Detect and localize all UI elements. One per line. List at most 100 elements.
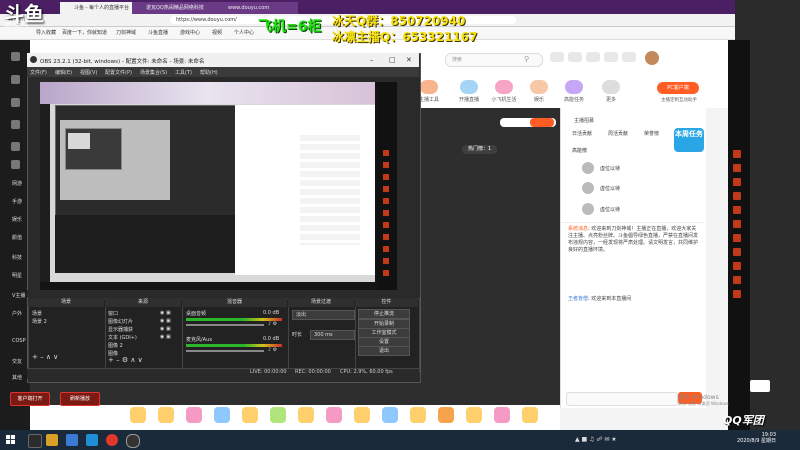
refresh-play-button[interactable]: 刷新播放 [60,392,100,406]
entertainment-icon[interactable] [530,80,548,94]
menu-scene-collection[interactable]: 场景集合(S) [140,69,167,76]
sidebar-trophy-icon[interactable] [11,160,20,169]
bookmark-item[interactable]: 个人中心 [234,29,254,37]
rail-icon[interactable] [733,178,741,186]
rail-icon[interactable] [733,164,741,172]
add-scene-icon[interactable]: + – ∧ ∨ [32,353,58,361]
bookmark-item[interactable]: 斗鱼直播 [148,29,168,37]
gift-icon[interactable] [326,407,342,423]
task-badge[interactable]: 本周任务 [674,128,704,152]
system-clock[interactable]: 19:03 2020/8/9 星期日 [737,432,776,444]
gift-icon[interactable] [270,407,286,423]
gift-icon[interactable] [186,407,202,423]
file-explorer-icon[interactable] [46,434,58,446]
scene-item[interactable]: 场景 2 [32,318,47,325]
close-icon[interactable]: ✕ [406,56,412,64]
minimize-icon[interactable]: – [370,56,374,64]
more-icon[interactable] [602,80,620,94]
obs-app-icon[interactable] [126,434,140,448]
add-source-icon[interactable]: + – ⚙ ∧ ∨ [108,356,143,364]
speaker-icon[interactable]: ♪ ⚙ [268,347,277,353]
source-item[interactable]: 图像 2 [108,342,123,349]
plane-icon[interactable] [495,80,513,94]
chat-header[interactable]: 主播招募 [574,117,594,124]
sidebar-item-label[interactable]: 娱乐 [12,216,22,223]
sidebar-item-label[interactable]: 网游 [12,180,22,187]
follow-icon[interactable] [568,52,582,62]
search-icon[interactable]: ⚲ [524,55,529,63]
gift-icon[interactable] [522,407,538,423]
source-item[interactable]: 窗口 [108,310,118,317]
live-icon[interactable] [622,52,636,62]
sidebar-item-label[interactable]: 手游 [12,198,22,205]
gift-icon[interactable] [466,407,482,423]
message-icon[interactable] [586,52,600,62]
sidebar-home-icon[interactable] [11,52,20,61]
sidebar-item-label[interactable]: 户外 [12,310,22,317]
sidebar-item-label[interactable]: 颜值 [12,234,22,241]
bookmark-item[interactable]: 游戏中心 [180,29,200,37]
scene-item[interactable]: 场景 [32,310,42,317]
browser-tab[interactable]: 诺瓦QQ热闹精品网络科技 [132,2,226,14]
rail-icon[interactable] [733,220,741,228]
tab-honor[interactable]: 荣誉榜 [644,130,659,137]
open-client-button[interactable]: 客户端打开 [10,392,50,406]
tab-daily[interactable]: 日活贡献 [572,130,592,137]
avatar[interactable] [645,51,659,65]
rail-icon[interactable] [733,192,741,200]
rail-icon[interactable] [733,276,741,284]
rail-icon[interactable] [733,150,741,158]
sidebar-follow-icon[interactable] [11,75,20,84]
menu-view[interactable]: 视图(V) [80,69,97,76]
transition-select[interactable]: 淡出 [292,310,355,320]
history-icon[interactable] [550,52,564,62]
gift-icon[interactable] [158,407,174,423]
volume-slider[interactable] [186,324,264,326]
eye-icon[interactable]: ◉ ▣ [160,326,171,332]
exit-button[interactable]: 退出 [358,346,410,356]
gift-icon[interactable] [382,407,398,423]
speaker-icon[interactable]: ♪ ⚙ [268,321,277,327]
gift-icon[interactable] [354,407,370,423]
rail-icon[interactable] [733,262,741,270]
eye-icon[interactable]: ◉ ▣ [160,334,171,340]
eye-icon[interactable]: ◉ ▣ [160,310,171,316]
browser-tab[interactable]: www.douyu.com [214,2,298,14]
sidebar-item-label[interactable]: V主播 [12,292,25,299]
download-icon[interactable] [604,52,618,62]
source-item[interactable]: 图像幻灯片 [108,318,133,325]
bookmark-item[interactable]: 视频 [212,29,222,37]
taskview-icon[interactable] [28,434,42,448]
sidebar-category-icon[interactable] [11,98,20,107]
follow-button[interactable] [530,118,554,127]
menu-edit[interactable]: 编辑(E) [55,69,72,76]
eye-icon[interactable]: ◉ ▣ [160,318,171,324]
source-item[interactable]: 显示器捕获 [108,326,133,333]
windows-start-icon[interactable] [6,435,15,444]
sidebar-game-icon[interactable] [11,142,20,151]
scroll-top-button[interactable] [750,380,770,392]
bookmark-item[interactable]: 百度一下，你就知道 [62,29,107,37]
rail-icon[interactable] [733,290,741,298]
app-icon[interactable] [106,434,118,446]
edge-icon[interactable] [86,434,98,446]
task-icon[interactable] [565,80,583,94]
sidebar-live-icon[interactable] [11,120,20,129]
sidebar-item-label[interactable]: 明星 [12,272,22,279]
sidebar-item-label[interactable]: 其他 [12,374,22,381]
gift-icon[interactable] [494,407,510,423]
sidebar-item-label[interactable]: COSP [12,338,26,344]
anchor-tools-icon[interactable] [420,80,438,94]
chat-input[interactable] [566,392,678,406]
menu-tools[interactable]: 工具(T) [175,69,192,76]
tab-weekly[interactable]: 周活贡献 [608,130,628,137]
maximize-icon[interactable]: □ [389,56,396,64]
stop-stream-button[interactable]: 停止推流 [358,309,410,319]
rail-icon[interactable] [733,206,741,214]
start-live-icon[interactable] [460,80,478,94]
menu-profile[interactable]: 配置文件(P) [105,69,132,76]
bookmark-item[interactable]: 导入收藏 [36,29,56,37]
rail-icon[interactable] [733,234,741,242]
source-item[interactable]: 文本 (GDI+) [108,334,137,341]
sidebar-item-label[interactable]: 科技 [12,254,22,261]
